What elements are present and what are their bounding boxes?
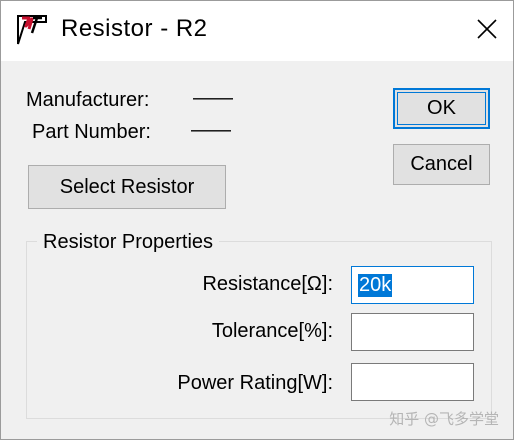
focus-ring bbox=[397, 92, 486, 125]
resistor-dialog: Resistor - R2 Manufacturer: —— Part Numb… bbox=[0, 0, 514, 440]
ok-button[interactable]: OK bbox=[393, 88, 490, 129]
resistance-value: 20k bbox=[358, 273, 393, 297]
manufacturer-label: Manufacturer: bbox=[26, 89, 150, 111]
power-rating-label: Power Rating[W]: bbox=[177, 372, 333, 394]
cancel-button[interactable]: Cancel bbox=[393, 144, 490, 185]
watermark: 知乎 @飞多学堂 bbox=[389, 410, 499, 428]
window-title: Resistor - R2 bbox=[61, 15, 208, 42]
ltspice-icon bbox=[17, 15, 47, 45]
tolerance-label: Tolerance[%]: bbox=[211, 320, 333, 342]
resistance-input[interactable]: 20k bbox=[351, 266, 474, 304]
resistance-label: Resistance[Ω]: bbox=[202, 273, 333, 295]
select-resistor-button[interactable]: Select Resistor bbox=[28, 165, 226, 209]
part-number-label: Part Number: bbox=[32, 121, 151, 143]
group-title: Resistor Properties bbox=[37, 231, 220, 254]
tolerance-input[interactable] bbox=[351, 313, 474, 351]
close-button[interactable] bbox=[469, 11, 505, 47]
power-rating-input[interactable] bbox=[351, 363, 474, 401]
select-resistor-label: Select Resistor bbox=[59, 175, 195, 198]
part-number-value: —— bbox=[191, 119, 231, 141]
manufacturer-value: —— bbox=[193, 87, 233, 109]
close-icon bbox=[477, 19, 497, 39]
cancel-button-label: Cancel bbox=[410, 153, 473, 175]
title-bar: Resistor - R2 bbox=[1, 1, 513, 61]
